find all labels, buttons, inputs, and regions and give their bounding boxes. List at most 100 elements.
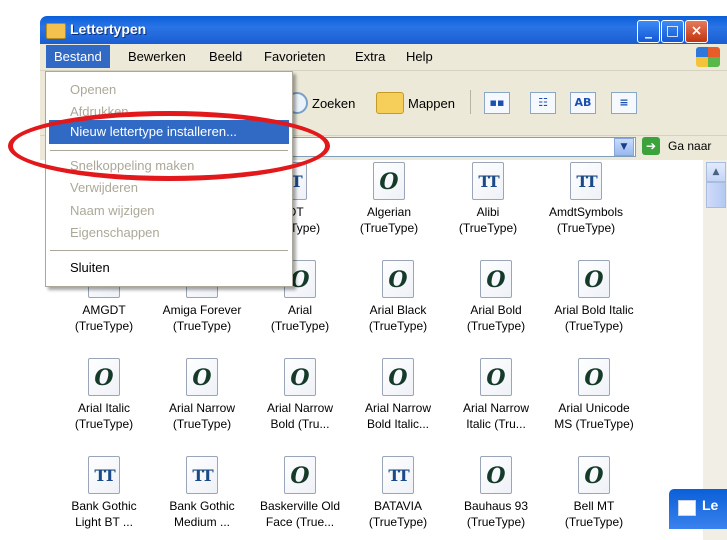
window-title: Lettertypen [70, 21, 147, 37]
font-file-label: BATAVIA (TrueType) [368, 499, 428, 529]
font-file-label: Arial Narrow Bold (Tru... [266, 401, 333, 431]
font-file-item[interactable]: O Algerian (TrueType) [341, 162, 437, 236]
search-button[interactable]: Zoeken [312, 96, 355, 111]
view-list-icon[interactable]: ☷ [530, 92, 556, 114]
view-large-icons-icon[interactable]: ▪▪ [484, 92, 510, 114]
address-input[interactable] [290, 137, 636, 157]
font-glyph: TT [388, 466, 409, 485]
folders-icon[interactable] [376, 92, 404, 114]
font-glyph: O [584, 365, 604, 391]
opentype-font-icon: O [88, 358, 120, 396]
font-file-label: Arial Black (TrueType) [368, 303, 428, 333]
font-file-item[interactable]: O Arial Black (TrueType) [350, 260, 446, 334]
font-file-label: Arial Narrow Italic (Tru... [462, 401, 529, 431]
font-file-label: Bauhaus 93 (TrueType) [463, 499, 529, 529]
truetype-font-icon: TT [472, 162, 504, 200]
font-file-item[interactable]: O Arial Narrow Italic (Tru... [448, 358, 544, 432]
font-file-label: AmdtSymbols (TrueType) [548, 205, 624, 235]
view-similarity-icon[interactable]: AB [570, 92, 596, 114]
menu-bewerken[interactable]: Bewerken [128, 49, 186, 64]
chevron-down-icon[interactable]: ▼ [614, 138, 634, 156]
toolbar-separator [470, 90, 471, 114]
menu-favorieten[interactable]: Favorieten [264, 49, 325, 64]
font-file-item[interactable]: O Baskerville Old Face (True... [252, 456, 348, 530]
font-file-label: AMGDT (TrueType) [74, 303, 134, 333]
truetype-font-icon: TT [382, 456, 414, 494]
opentype-font-icon: O [382, 358, 414, 396]
font-file-label: Arial Bold (TrueType) [466, 303, 526, 333]
font-file-item[interactable]: O Arial Italic (TrueType) [56, 358, 152, 432]
font-file-item[interactable]: O Arial Narrow Bold Italic... [350, 358, 446, 432]
font-glyph: O [584, 463, 604, 489]
scroll-up-icon[interactable]: ▲ [706, 162, 726, 182]
opentype-font-icon: O [578, 358, 610, 396]
font-glyph: O [388, 365, 408, 391]
second-window-title: Le [702, 497, 719, 513]
vertical-scrollbar[interactable] [703, 160, 727, 540]
font-file-label: Bank Gothic Light BT ... [71, 499, 137, 529]
font-file-label: Bell MT (TrueType) [564, 499, 624, 529]
scroll-thumb[interactable] [706, 182, 726, 208]
truetype-font-icon: TT [88, 456, 120, 494]
menu-bar: Bestand Bewerken Beeld Favorieten Extra … [40, 44, 727, 71]
window-icon [678, 500, 696, 516]
opentype-font-icon: O [480, 456, 512, 494]
font-file-item[interactable]: O Arial Unicode MS (TrueType) [546, 358, 642, 432]
font-file-label: Amiga Forever (TrueType) [162, 303, 242, 333]
opentype-font-icon: O [382, 260, 414, 298]
folders-button[interactable]: Mappen [408, 96, 455, 111]
font-file-item[interactable]: TT Alibi (TrueType) [440, 162, 536, 236]
opentype-font-icon: O [480, 260, 512, 298]
font-file-label: Arial Bold Italic (TrueType) [554, 303, 634, 333]
font-file-item[interactable]: TT Bank Gothic Medium ... [154, 456, 250, 530]
font-file-label: Arial (TrueType) [270, 303, 330, 333]
font-glyph: O [584, 267, 604, 293]
menu-extra[interactable]: Extra [355, 49, 385, 64]
font-file-label: Alibi (TrueType) [458, 205, 518, 235]
font-glyph: O [486, 365, 506, 391]
font-file-label: Baskerville Old Face (True... [259, 499, 341, 529]
view-details-icon[interactable]: ≡ [611, 92, 637, 114]
menu-bestand[interactable]: Bestand [46, 45, 110, 68]
close-button[interactable]: × [685, 20, 708, 43]
font-file-item[interactable]: O Arial Bold (TrueType) [448, 260, 544, 334]
font-glyph: O [94, 365, 114, 391]
minimize-button[interactable]: _ [637, 20, 660, 43]
font-file-item[interactable]: O Arial Narrow Bold (Tru... [252, 358, 348, 432]
menu-item-verwijderen: Verwijderen [70, 180, 138, 195]
menu-item-sluiten[interactable]: Sluiten [70, 260, 110, 275]
font-file-label: Arial Narrow Bold Italic... [364, 401, 431, 431]
font-file-item[interactable]: O Bauhaus 93 (TrueType) [448, 456, 544, 530]
font-glyph: O [379, 169, 399, 195]
font-file-label: Bank Gothic Medium ... [169, 499, 235, 529]
maximize-button[interactable]: □ [661, 20, 684, 43]
menu-item-eigenschappen: Eigenschappen [70, 225, 160, 240]
red-highlight-oval [8, 111, 330, 181]
font-glyph: O [290, 365, 310, 391]
go-arrow-icon[interactable]: ➔ [642, 137, 660, 155]
font-glyph: O [388, 267, 408, 293]
truetype-font-icon: TT [186, 456, 218, 494]
opentype-font-icon: O [578, 456, 610, 494]
truetype-font-icon: TT [570, 162, 602, 200]
opentype-font-icon: O [284, 358, 316, 396]
font-file-item[interactable]: TT Bank Gothic Light BT ... [56, 456, 152, 530]
opentype-font-icon: O [284, 456, 316, 494]
go-button[interactable]: Ga naar [668, 139, 711, 153]
menu-help[interactable]: Help [406, 49, 433, 64]
font-glyph: TT [576, 172, 597, 191]
font-glyph: TT [94, 466, 115, 485]
opentype-font-icon: O [186, 358, 218, 396]
font-file-item[interactable]: TT AmdtSymbols (TrueType) [538, 162, 634, 236]
menu-item-naam-wijzigen: Naam wijzigen [70, 203, 155, 218]
font-file-item[interactable]: O Arial Bold Italic (TrueType) [546, 260, 642, 334]
font-glyph: O [486, 267, 506, 293]
font-glyph: TT [192, 466, 213, 485]
font-file-item[interactable]: TT BATAVIA (TrueType) [350, 456, 446, 530]
menu-item-openen: Openen [70, 82, 117, 97]
font-file-item[interactable]: O Arial Narrow (TrueType) [154, 358, 250, 432]
font-file-item[interactable]: O Bell MT (TrueType) [546, 456, 642, 530]
opentype-font-icon: O [578, 260, 610, 298]
menu-beeld[interactable]: Beeld [209, 49, 242, 64]
font-file-label: Arial Unicode MS (TrueType) [554, 401, 634, 431]
